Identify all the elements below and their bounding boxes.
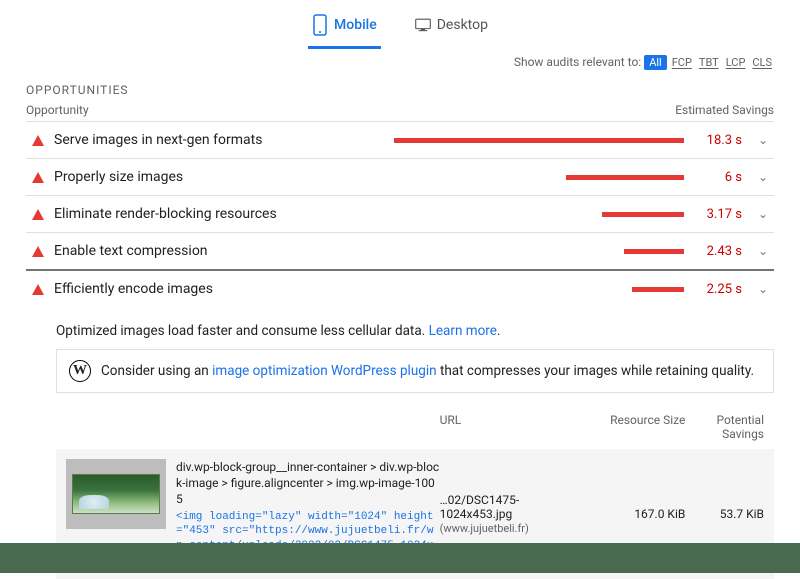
audit-label: Serve images in next-gen formats [54, 132, 384, 148]
resource-size: 167.0 KiB [577, 507, 685, 521]
filter-all[interactable]: All [644, 55, 667, 70]
mobile-icon [312, 14, 328, 36]
audit-savings: 2.25 s [694, 282, 742, 297]
device-tabs: Mobile Desktop [0, 0, 800, 49]
audit-label: Efficiently encode images [54, 281, 384, 297]
audit-filter-row: Show audits relevant to: All FCP TBT LCP… [26, 55, 774, 69]
resource-thumbnail [66, 459, 166, 529]
audit-savings: 3.17 s [694, 207, 742, 222]
tab-mobile[interactable]: Mobile [308, 8, 381, 49]
tab-desktop[interactable]: Desktop [411, 8, 492, 49]
tab-desktop-label: Desktop [437, 17, 488, 33]
warning-icon [32, 135, 44, 146]
audit-row-expanded: Efficiently encode images 2.25 s ⌄ Optim… [26, 269, 774, 579]
filter-cls[interactable]: CLS [752, 56, 772, 69]
col-savings: Estimated Savings [675, 103, 774, 117]
audit-label: Eliminate render-blocking resources [54, 206, 384, 222]
filter-lcp[interactable]: LCP [726, 56, 746, 69]
warning-icon [32, 172, 44, 183]
audit-savings: 6 s [694, 170, 742, 185]
desktop-icon [415, 14, 431, 36]
savings-bar [566, 175, 684, 180]
audit-label: Properly size images [54, 169, 384, 185]
th-url: URL [440, 413, 578, 441]
savings-bar [624, 249, 684, 254]
audit-row[interactable]: Efficiently encode images 2.25 s ⌄ [26, 271, 774, 307]
filter-label: Show audits relevant to: [514, 55, 641, 69]
chevron-down-icon: ⌄ [758, 207, 768, 221]
audit-savings: 2.43 s [694, 244, 742, 259]
audit-description: Optimized images load faster and consume… [26, 307, 774, 349]
resource-url: …02/DSC1475-1024x453.jpg (www.jujuetbeli… [440, 493, 578, 535]
audit-savings: 18.3 s [694, 133, 742, 148]
warning-icon [32, 209, 44, 220]
audit-row[interactable]: Eliminate render-blocking resources 3.17… [26, 195, 774, 232]
savings-bar [394, 138, 684, 143]
chevron-down-icon: ⌄ [758, 282, 768, 296]
col-opportunity: Opportunity [26, 103, 89, 117]
wordpress-tip: W Consider using an image optimization W… [56, 349, 774, 393]
wordpress-icon: W [69, 360, 91, 382]
audit-list: Serve images in next-gen formats 18.3 s … [26, 121, 774, 579]
audit-label: Enable text compression [54, 243, 384, 259]
th-potential-savings: Potential Savings [685, 413, 764, 441]
tab-mobile-label: Mobile [334, 17, 377, 33]
savings-bar [602, 212, 684, 217]
audit-row[interactable]: Properly size images 6 s ⌄ [26, 158, 774, 195]
audit-row[interactable]: Enable text compression 2.43 s ⌄ [26, 232, 774, 269]
savings-bar [632, 287, 684, 292]
section-title: Opportunities [26, 83, 774, 97]
chevron-down-icon: ⌄ [758, 133, 768, 147]
footer-band [0, 543, 800, 573]
th-resource-size: Resource Size [577, 413, 685, 441]
plugin-link[interactable]: image optimization WordPress plugin [212, 363, 436, 379]
warning-icon [32, 246, 44, 257]
audit-row[interactable]: Serve images in next-gen formats 18.3 s … [26, 122, 774, 158]
filter-fcp[interactable]: FCP [672, 56, 692, 69]
filter-tbt[interactable]: TBT [699, 56, 719, 69]
potential-savings: 53.7 KiB [685, 507, 764, 521]
chevron-down-icon: ⌄ [758, 170, 768, 184]
chevron-down-icon: ⌄ [758, 244, 768, 258]
learn-more-link[interactable]: Learn more [429, 323, 497, 339]
warning-icon [32, 284, 44, 295]
